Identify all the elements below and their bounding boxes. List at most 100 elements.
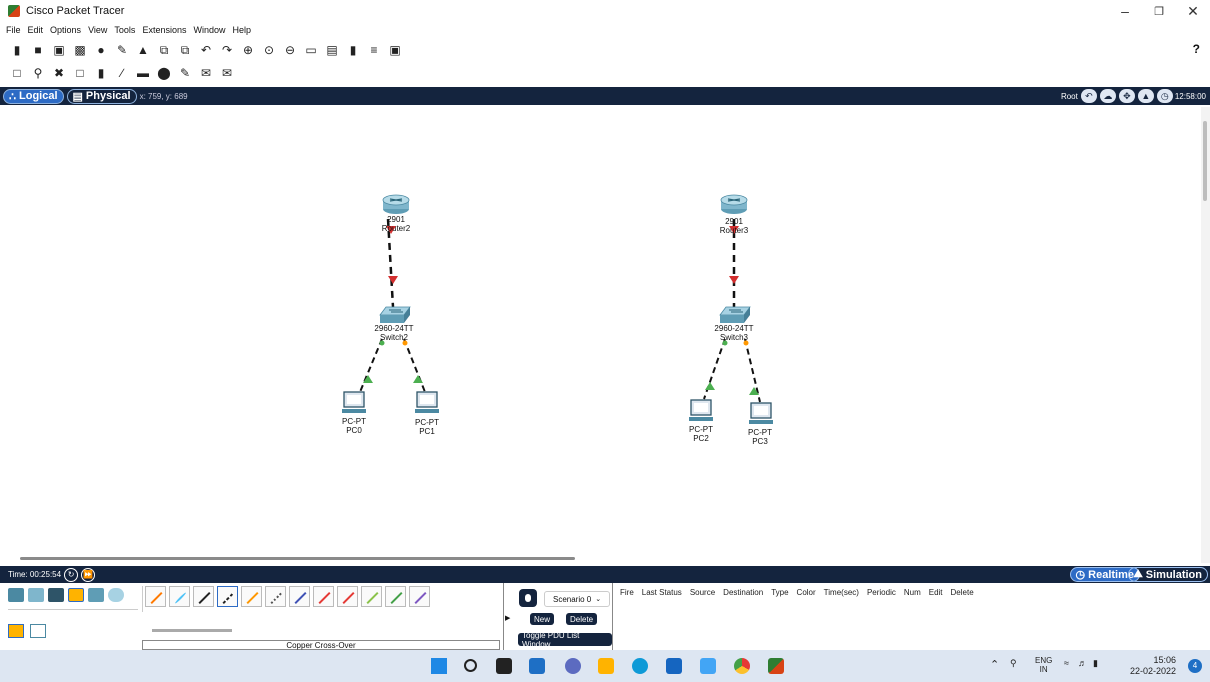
edge-browser-icon[interactable]: [632, 658, 648, 674]
help-icon[interactable]: ?: [1193, 42, 1200, 56]
viewport-clock-icon[interactable]: ◷: [1156, 89, 1173, 103]
delete-icon[interactable]: ✖: [52, 66, 66, 80]
drawing-palette-icon[interactable]: ▭: [304, 43, 318, 57]
pc3-icon[interactable]: [749, 402, 773, 424]
menu-view[interactable]: View: [88, 25, 107, 35]
new-scenario-button[interactable]: New: [530, 613, 555, 625]
back-icon[interactable]: ↶: [1080, 89, 1097, 103]
connections-icon[interactable]: [68, 588, 84, 602]
add-simple-pdu-icon[interactable]: ✉: [199, 66, 213, 80]
mail-icon[interactable]: [666, 658, 682, 674]
redo-icon[interactable]: ↷: [220, 43, 234, 57]
print-icon[interactable]: ▩: [73, 43, 87, 57]
pc1-icon[interactable]: [415, 391, 439, 413]
place-note-icon[interactable]: ▮: [94, 66, 108, 80]
link-switch3-pc3[interactable]: [743, 338, 761, 403]
serial-dce-icon[interactable]: [313, 586, 334, 607]
cable-list-scrollbar[interactable]: [152, 629, 232, 632]
resize-shape-icon[interactable]: □: [73, 66, 87, 80]
multiuser-icon[interactable]: [108, 588, 124, 602]
fiber-icon[interactable]: [241, 586, 262, 607]
link-switch3-pc2[interactable]: [703, 338, 728, 400]
vertical-scroll-thumb[interactable]: [1203, 121, 1207, 201]
octal-cable-icon[interactable]: [361, 586, 382, 607]
volume-icon[interactable]: ♬: [1078, 658, 1087, 668]
zoom-in-icon[interactable]: ⊕: [241, 43, 255, 57]
expand-arrow-icon[interactable]: ▶: [505, 614, 510, 622]
new-file-icon[interactable]: ▮: [10, 43, 24, 57]
usb-cable-icon[interactable]: [409, 586, 430, 607]
chat-icon[interactable]: [565, 658, 581, 674]
fast-forward-icon[interactable]: ⏩: [81, 567, 96, 582]
menu-extensions[interactable]: Extensions: [142, 25, 186, 35]
automatic-cable-icon[interactable]: [145, 586, 166, 607]
coaxial-icon[interactable]: [289, 586, 310, 607]
select-icon[interactable]: □: [10, 66, 24, 80]
widgets-icon[interactable]: [529, 658, 545, 674]
router2-icon[interactable]: [382, 194, 410, 214]
switch3-icon[interactable]: [719, 306, 751, 323]
console-cable-icon[interactable]: [169, 586, 190, 607]
chrome-icon[interactable]: [734, 658, 750, 674]
pc0-icon[interactable]: [342, 391, 366, 413]
language-indicator[interactable]: ENG IN: [1035, 656, 1052, 674]
freeform-icon[interactable]: ✎: [178, 66, 192, 80]
horizontal-scrollbar[interactable]: [8, 554, 1200, 563]
draw-line-icon[interactable]: ∕: [115, 66, 129, 80]
move-object-icon[interactable]: ✥: [1118, 89, 1135, 103]
link-switch2-pc0[interactable]: [359, 338, 385, 393]
wifi-icon[interactable]: ≈: [1064, 658, 1069, 668]
iot-custom-cable-icon[interactable]: [385, 586, 406, 607]
menu-options[interactable]: Options: [50, 25, 81, 35]
battery-icon[interactable]: ▮: [1093, 658, 1098, 669]
end-devices-icon[interactable]: [28, 588, 44, 602]
scenario-info-icon[interactable]: [519, 589, 537, 607]
zoom-out-icon[interactable]: ⊖: [283, 43, 297, 57]
vertical-scrollbar[interactable]: [1201, 107, 1210, 563]
add-complex-pdu-icon[interactable]: ✉: [220, 66, 234, 80]
search-icon[interactable]: [464, 659, 477, 672]
draw-ellipse-icon[interactable]: ⬤: [157, 66, 171, 80]
switch2-icon[interactable]: [379, 306, 411, 323]
save-icon[interactable]: ▣: [52, 43, 66, 57]
minimize-button[interactable]: –: [1108, 0, 1142, 22]
horizontal-scroll-thumb[interactable]: [20, 557, 575, 560]
store-icon[interactable]: [700, 658, 716, 674]
taskbar-clock[interactable]: 15:06 22-02-2022: [1130, 655, 1176, 677]
menu-help[interactable]: Help: [232, 25, 251, 35]
copper-straight-icon[interactable]: [193, 586, 214, 607]
delete-scenario-button[interactable]: Delete: [566, 613, 598, 625]
menu-tools[interactable]: Tools: [114, 25, 135, 35]
scenario-dropdown[interactable]: Scenario 0 ⌄: [544, 591, 610, 607]
link-switch2-pc1[interactable]: [402, 338, 426, 393]
restore-button[interactable]: ❐: [1142, 0, 1176, 22]
packet-tracer-taskbar-icon[interactable]: [768, 658, 784, 674]
menu-file[interactable]: File: [6, 25, 21, 35]
menu-edit[interactable]: Edit: [28, 25, 44, 35]
start-menu-icon[interactable]: [431, 658, 447, 674]
menu-window[interactable]: Window: [193, 25, 225, 35]
toggle-pdu-list-button[interactable]: Toggle PDU List Window: [518, 631, 612, 649]
router3-icon[interactable]: [720, 194, 748, 214]
draw-rectangle-icon[interactable]: ▬: [136, 66, 150, 80]
command-log-icon[interactable]: ≡: [367, 43, 381, 57]
copy-icon[interactable]: ⧉: [157, 43, 171, 57]
inspect-icon[interactable]: ⚲: [31, 66, 45, 80]
phone-cable-icon[interactable]: [265, 586, 286, 607]
root-label[interactable]: Root: [1061, 92, 1078, 101]
usb-device-icon[interactable]: ⚲: [1010, 658, 1017, 669]
power-cycle-icon[interactable]: ↻: [64, 567, 79, 582]
components-icon[interactable]: [48, 588, 64, 602]
miscellaneous-icon[interactable]: [88, 588, 104, 602]
file-explorer-icon[interactable]: [598, 658, 614, 674]
undo-icon[interactable]: ↶: [199, 43, 213, 57]
open-folder-icon[interactable]: ■: [31, 43, 45, 57]
notification-badge[interactable]: 4: [1188, 659, 1202, 673]
simulation-tab[interactable]: ⛰ Simulation: [1127, 567, 1208, 582]
custom-device-icon[interactable]: ▲: [136, 43, 150, 57]
connections-subtype-icon[interactable]: [8, 624, 24, 638]
paste-icon[interactable]: ⧉: [178, 43, 192, 57]
grid-icon[interactable]: [30, 624, 46, 638]
physical-tab[interactable]: ▤ Physical: [66, 88, 137, 104]
set-background-icon[interactable]: ▲: [1137, 89, 1154, 103]
